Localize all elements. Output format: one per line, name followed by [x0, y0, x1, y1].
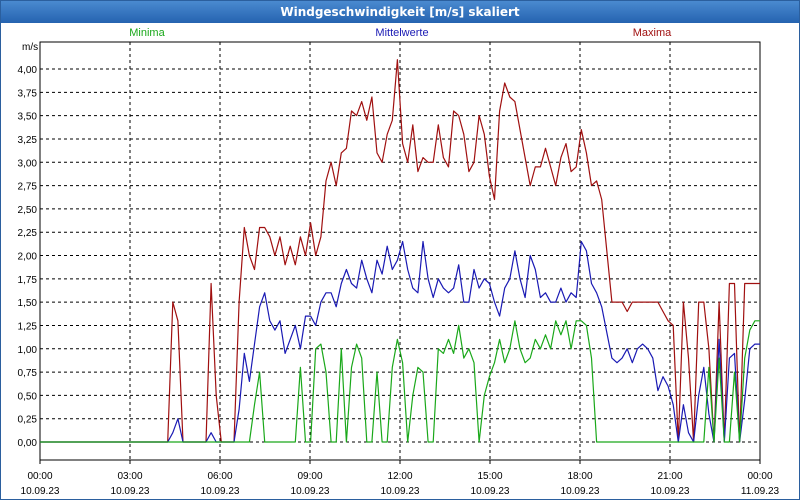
x-tick-date: 11.09.23 — [741, 486, 780, 497]
y-tick-label: 0,75 — [18, 368, 38, 379]
x-tick-time: 12:00 — [387, 471, 412, 482]
x-tick-time: 09:00 — [297, 471, 322, 482]
x-tick-date: 10.09.23 — [561, 486, 600, 497]
y-tick-label: 1,25 — [18, 321, 38, 332]
x-tick-time: 18:00 — [567, 471, 592, 482]
legend-minima: Minima — [129, 27, 165, 39]
x-tick-date: 10.09.23 — [111, 486, 150, 497]
x-tick-time: 00:00 — [27, 471, 52, 482]
x-tick-date: 10.09.23 — [381, 486, 420, 497]
y-tick-label: 3,25 — [18, 135, 38, 146]
legend-maxima: Maxima — [633, 27, 672, 39]
x-tick-date: 10.09.23 — [291, 486, 330, 497]
legend-mittelwerte: Mittelwerte — [375, 27, 428, 39]
x-tick-time: 03:00 — [117, 471, 142, 482]
y-tick-label: 0,25 — [18, 415, 38, 426]
y-tick-label: 4,00 — [18, 65, 38, 76]
y-tick-label: 3,00 — [18, 158, 38, 169]
y-tick-label: 3,75 — [18, 88, 38, 99]
y-axis-unit: m/s — [22, 42, 38, 53]
wind-speed-chart: Minima Mittelwerte Maxima m/s 0,00 0,25 0,… — [18, 27, 780, 497]
x-tick-time: 15:00 — [477, 471, 502, 482]
y-tick-label: 1,75 — [18, 275, 38, 286]
x-tick-date: 10.09.23 — [21, 486, 60, 497]
x-tick-date: 10.09.23 — [471, 486, 510, 497]
x-tick-date: 10.09.23 — [651, 486, 690, 497]
y-tick-label: 2,50 — [18, 205, 38, 216]
x-tick-date: 10.09.23 — [201, 486, 240, 497]
y-tick-label: 2,25 — [18, 228, 38, 239]
y-tick-label: 1,50 — [18, 298, 38, 309]
x-tick-time: 06:00 — [207, 471, 232, 482]
y-tick-label: 0,00 — [18, 438, 38, 449]
y-tick-label: 2,75 — [18, 182, 38, 193]
y-tick-label: 1,00 — [18, 345, 38, 356]
y-tick-label: 3,50 — [18, 112, 38, 123]
y-tick-label: 0,50 — [18, 391, 38, 402]
x-tick-time: 00:00 — [747, 471, 772, 482]
x-tick-time: 21:00 — [657, 471, 682, 482]
y-tick-label: 2,00 — [18, 252, 38, 263]
